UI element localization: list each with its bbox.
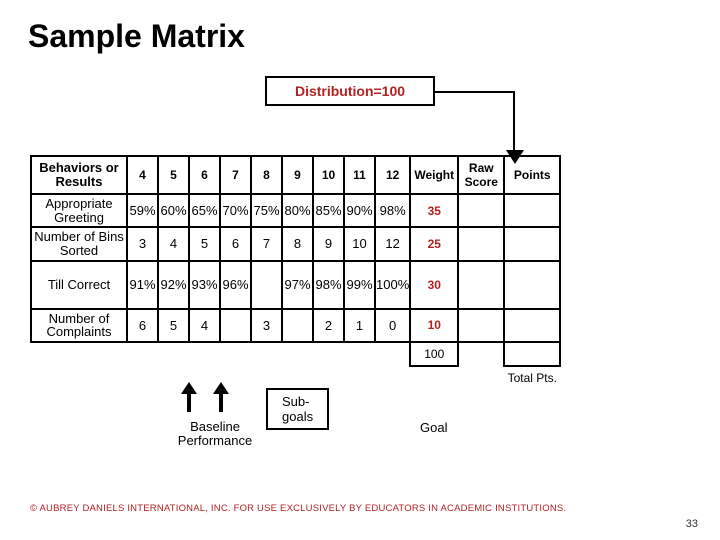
cell: 4 (189, 309, 220, 342)
row-label: Number of Complaints (31, 309, 127, 342)
header-scale: 8 (251, 156, 282, 194)
cell: 5 (158, 309, 189, 342)
matrix-table: Behaviors or Results 4 5 6 7 8 9 10 11 1… (30, 155, 561, 390)
header-scale: 10 (313, 156, 344, 194)
cell: 3 (127, 227, 158, 260)
cell: 2 (313, 309, 344, 342)
header-row: Behaviors or Results 4 5 6 7 8 9 10 11 1… (31, 156, 560, 194)
total-points-cell (504, 342, 560, 366)
cell: 92% (158, 261, 189, 309)
cell: 91% (127, 261, 158, 309)
cell: 80% (282, 194, 313, 227)
weight-total: 100 (410, 342, 458, 366)
footer-copyright: © AUBREY DANIELS INTERNATIONAL, INC. FOR… (30, 503, 690, 514)
points-cell (504, 227, 560, 260)
points-cell (504, 309, 560, 342)
spacer (458, 342, 504, 366)
header-behaviors: Behaviors or Results (31, 156, 127, 194)
cell: 85% (313, 194, 344, 227)
cell: 7 (251, 227, 282, 260)
spacer (31, 366, 504, 390)
cell: 6 (220, 227, 251, 260)
header-scale: 5 (158, 156, 189, 194)
totals-row: 100 (31, 342, 560, 366)
row-label: Number of Bins Sorted (31, 227, 127, 260)
totals-label-row: Total Pts. (31, 366, 560, 390)
raw-score-cell (458, 309, 504, 342)
cell: 75% (251, 194, 282, 227)
page-title: Sample Matrix (28, 18, 692, 55)
arrow-segment (513, 91, 515, 153)
row-label: Till Correct (31, 261, 127, 309)
table-row: Appropriate Greeting 59% 60% 65% 70% 75%… (31, 194, 560, 227)
header-scale: 6 (189, 156, 220, 194)
cell: 5 (189, 227, 220, 260)
cell: 98% (375, 194, 410, 227)
cell (220, 309, 251, 342)
cell: 3 (251, 309, 282, 342)
arrow-up-icon (212, 382, 230, 412)
arrow-up-icon (180, 382, 198, 412)
weight-cell: 35 (410, 194, 458, 227)
header-scale: 7 (220, 156, 251, 194)
cell (282, 309, 313, 342)
raw-score-cell (458, 194, 504, 227)
cell: 1 (344, 309, 375, 342)
cell: 60% (158, 194, 189, 227)
cell: 10 (344, 227, 375, 260)
cell: 93% (189, 261, 220, 309)
slide: Sample Matrix Distribution=100 Behaviors… (0, 0, 720, 540)
cell (251, 261, 282, 309)
cell: 65% (189, 194, 220, 227)
header-scale: 12 (375, 156, 410, 194)
cell: 59% (127, 194, 158, 227)
cell: 6 (127, 309, 158, 342)
header-weight: Weight (410, 156, 458, 194)
cell: 97% (282, 261, 313, 309)
spacer (31, 342, 410, 366)
weight-cell: 25 (410, 227, 458, 260)
header-points: Points (504, 156, 560, 194)
table-row: Till Correct 91% 92% 93% 96% 97% 98% 99%… (31, 261, 560, 309)
row-label: Appropriate Greeting (31, 194, 127, 227)
cell: 96% (220, 261, 251, 309)
baseline-label: Baseline Performance (155, 420, 275, 449)
cell: 8 (282, 227, 313, 260)
goal-label: Goal (420, 420, 447, 435)
total-pts-label: Total Pts. (504, 366, 560, 390)
cell: 4 (158, 227, 189, 260)
header-scale: 4 (127, 156, 158, 194)
raw-score-cell (458, 261, 504, 309)
points-cell (504, 194, 560, 227)
weight-cell: 30 (410, 261, 458, 309)
cell: 99% (344, 261, 375, 309)
cell: 98% (313, 261, 344, 309)
header-scale: 9 (282, 156, 313, 194)
header-raw-score: Raw Score (458, 156, 504, 194)
cell: 0 (375, 309, 410, 342)
header-scale: 11 (344, 156, 375, 194)
arrow-segment (434, 91, 514, 93)
subgoals-box: Sub-goals (266, 388, 329, 430)
cell: 9 (313, 227, 344, 260)
raw-score-cell (458, 227, 504, 260)
page-number: 33 (686, 518, 698, 530)
cell: 12 (375, 227, 410, 260)
cell: 100% (375, 261, 410, 309)
points-cell (504, 261, 560, 309)
cell: 90% (344, 194, 375, 227)
distribution-box: Distribution=100 (265, 76, 435, 106)
weight-cell: 10 (410, 309, 458, 342)
table-row: Number of Bins Sorted 3 4 5 6 7 8 9 10 1… (31, 227, 560, 260)
table-row: Number of Complaints 6 5 4 3 2 1 0 10 (31, 309, 560, 342)
cell: 70% (220, 194, 251, 227)
